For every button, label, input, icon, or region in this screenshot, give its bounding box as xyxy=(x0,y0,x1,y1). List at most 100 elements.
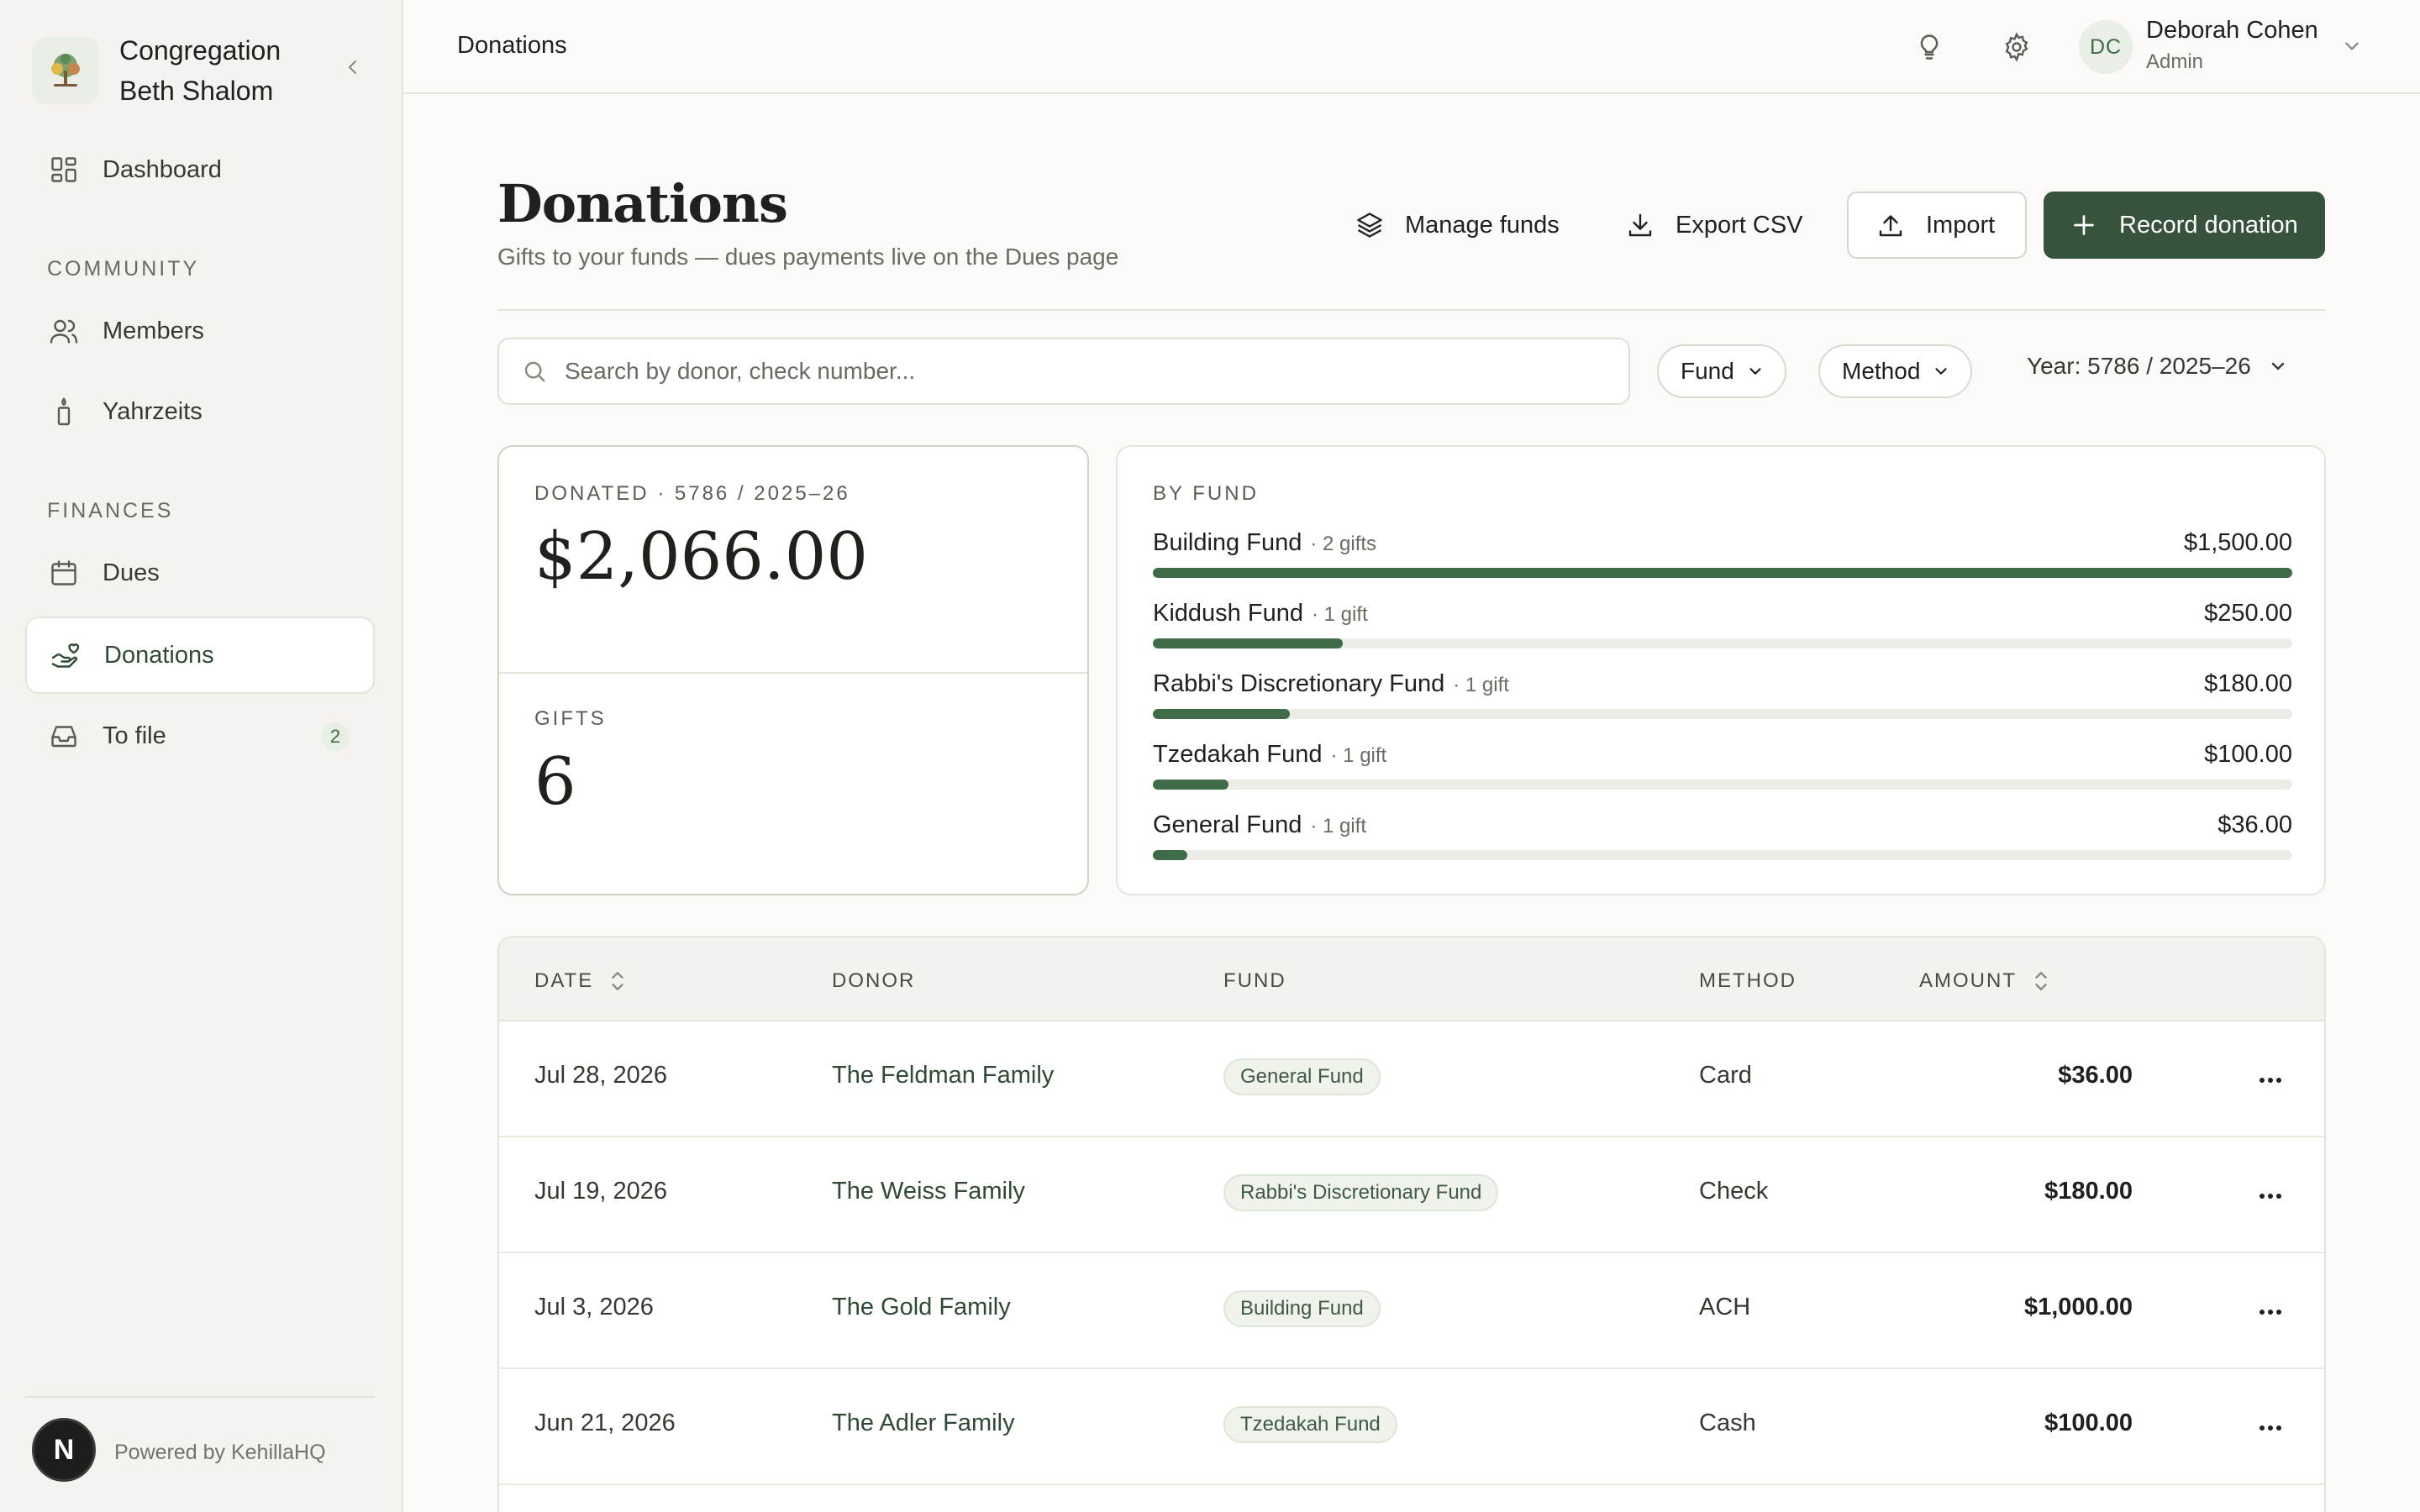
fund-bar-fill xyxy=(1153,638,1343,648)
row-donor-link[interactable]: The Adler Family xyxy=(832,1410,1015,1437)
row-donor-link[interactable]: The Gold Family xyxy=(832,1294,1011,1321)
fund-bar-track xyxy=(1153,638,2292,648)
row-method: Card xyxy=(1699,1062,1752,1089)
fund-amount: $100.00 xyxy=(2204,741,2292,768)
fund-gift-count: · 1 gift xyxy=(1311,603,1368,626)
year-label: Year: 5786 / 2025–26 xyxy=(2027,353,2251,379)
org-brand[interactable]: Congregation Beth Shalom xyxy=(32,30,304,111)
table-row[interactable]: Jun 21, 2026 The Adler Family Tzedakah F… xyxy=(499,1369,2324,1485)
fund-bar-track xyxy=(1153,568,2292,578)
gear-icon[interactable] xyxy=(2000,30,2033,64)
sidebar-item-dashboard[interactable]: Dashboard xyxy=(25,131,375,208)
export-csv-label: Export CSV xyxy=(1676,211,1803,239)
fund-gift-count: · 1 gift xyxy=(1453,674,1509,696)
fund-amount: $36.00 xyxy=(2217,811,2292,838)
search-input[interactable] xyxy=(565,358,1573,385)
page-subtitle: Gifts to your funds — dues payments live… xyxy=(497,244,1119,270)
sort-icon xyxy=(608,969,627,993)
fund-row: Rabbi's Discretionary Fund · 1 gift $180.… xyxy=(1153,670,2292,719)
row-method: Check xyxy=(1699,1178,1769,1205)
fund-row: Building Fund · 2 gifts $1,500.00 xyxy=(1153,529,2292,578)
chevron-down-icon xyxy=(1932,362,1950,381)
page-title: Donations xyxy=(497,173,788,234)
method-filter-label: Method xyxy=(1842,358,1921,384)
top-bar: Donations DC Deborah Cohen Admin xyxy=(403,0,2420,94)
import-label: Import xyxy=(1926,211,1996,239)
collapse-sidebar-icon[interactable] xyxy=(338,52,368,82)
row-date: Jun 21, 2026 xyxy=(534,1410,676,1436)
chevron-down-icon xyxy=(1746,362,1765,381)
fund-row: Kiddush Fund · 1 gift $250.00 xyxy=(1153,600,2292,648)
method-filter-dropdown[interactable]: Method xyxy=(1818,344,1973,398)
table-row[interactable]: Jul 3, 2026 The Gold Family Building Fun… xyxy=(499,1253,2324,1369)
sidebar-item-label: Dues xyxy=(103,559,160,586)
donated-label: DONATED · 5786 / 2025–26 xyxy=(534,482,850,505)
row-amount: $180.00 xyxy=(2044,1178,2133,1205)
hand-heart-icon xyxy=(49,638,82,672)
fund-amount: $250.00 xyxy=(2204,600,2292,627)
table-row[interactable]: Jul 28, 2026 The Feldman Family General … xyxy=(499,1021,2324,1137)
row-donor-link[interactable]: The Feldman Family xyxy=(832,1062,1054,1089)
lightbulb-icon[interactable] xyxy=(1912,30,1946,64)
chevron-down-icon[interactable] xyxy=(2338,32,2366,60)
column-header-date[interactable]: DATE xyxy=(534,969,627,993)
fund-tag: Tzedakah Fund xyxy=(1223,1406,1397,1443)
by-fund-title: BY FUND xyxy=(1153,482,1259,505)
sidebar-item-to-file[interactable]: To file 2 xyxy=(25,697,375,774)
sidebar-item-dues[interactable]: Dues xyxy=(25,534,375,612)
chevron-down-icon xyxy=(2268,356,2288,376)
fund-tag: Rabbi's Discretionary Fund xyxy=(1223,1174,1499,1211)
column-header-amount[interactable]: AMOUNT xyxy=(1919,969,2050,993)
sidebar-item-label: Dashboard xyxy=(103,155,222,183)
column-header-donor: DONOR xyxy=(832,969,916,992)
year-selector[interactable]: Year: 5786 / 2025–26 xyxy=(2027,353,2288,380)
row-date: Jul 3, 2026 xyxy=(534,1294,654,1320)
fund-filter-dropdown[interactable]: Fund xyxy=(1657,344,1786,398)
fund-row: General Fund · 1 gift $36.00 xyxy=(1153,811,2292,860)
more-actions-icon[interactable] xyxy=(2254,1063,2287,1097)
fund-name: Building Fund xyxy=(1153,529,1302,556)
more-actions-icon[interactable] xyxy=(2254,1411,2287,1445)
more-actions-icon[interactable] xyxy=(2254,1295,2287,1329)
record-donation-button[interactable]: Record donation xyxy=(2044,192,2325,259)
sidebar-item-yahrzeits[interactable]: Yahrzeits xyxy=(25,373,375,450)
sidebar-item-donations[interactable]: Donations xyxy=(25,617,375,694)
user-name[interactable]: Deborah Cohen xyxy=(2146,17,2318,45)
upload-icon xyxy=(1876,210,1906,240)
donated-total: $2,066.00 xyxy=(534,519,868,595)
table-header: DATE DONOR FUND METHOD AMOUNT xyxy=(499,937,2324,1021)
dev-tools-avatar[interactable]: N xyxy=(32,1418,96,1482)
row-method: ACH xyxy=(1699,1294,1751,1320)
fund-bar-fill xyxy=(1153,850,1187,860)
export-csv-button[interactable]: Export CSV xyxy=(1625,192,1803,259)
manage-funds-label: Manage funds xyxy=(1405,211,1560,239)
table-row[interactable]: Jul 19, 2026 The Weiss Family Rabbi's Di… xyxy=(499,1137,2324,1253)
row-donor-link[interactable]: The Weiss Family xyxy=(832,1178,1025,1205)
sort-icon xyxy=(2032,969,2050,993)
fund-bar-track xyxy=(1153,780,2292,790)
sidebar-item-label: Donations xyxy=(104,641,214,669)
fund-bar-track xyxy=(1153,850,2292,860)
manage-funds-button[interactable]: Manage funds xyxy=(1355,192,1560,259)
search-icon xyxy=(521,358,548,385)
import-button[interactable]: Import xyxy=(1847,192,2028,259)
sidebar-item-label: Members xyxy=(103,317,204,344)
gifts-label: GIFTS xyxy=(534,707,607,730)
powered-by-text: Powered by KehillaHQ xyxy=(114,1441,326,1464)
fund-name: Tzedakah Fund xyxy=(1153,741,1323,768)
column-header-label: DATE xyxy=(534,969,594,992)
more-actions-icon[interactable] xyxy=(2254,1179,2287,1213)
sidebar: Congregation Beth Shalom Dashboard COMMU… xyxy=(0,0,403,1512)
to-file-count-badge: 2 xyxy=(321,722,350,751)
fund-row: Tzedakah Fund · 1 gift $100.00 xyxy=(1153,741,2292,790)
donations-table: DATE DONOR FUND METHOD AMOUNT Jul 28, 20… xyxy=(497,936,2326,1512)
inbox-icon xyxy=(47,719,81,753)
row-date: Jul 19, 2026 xyxy=(534,1178,668,1205)
fund-gift-count: · 1 gift xyxy=(1330,744,1387,767)
fund-gift-count: · 1 gift xyxy=(1310,815,1367,837)
users-icon xyxy=(47,314,81,348)
search-box[interactable] xyxy=(497,338,1630,405)
user-avatar[interactable]: DC xyxy=(2079,20,2133,74)
sidebar-item-members[interactable]: Members xyxy=(25,292,375,370)
column-header-fund: FUND xyxy=(1223,969,1286,992)
